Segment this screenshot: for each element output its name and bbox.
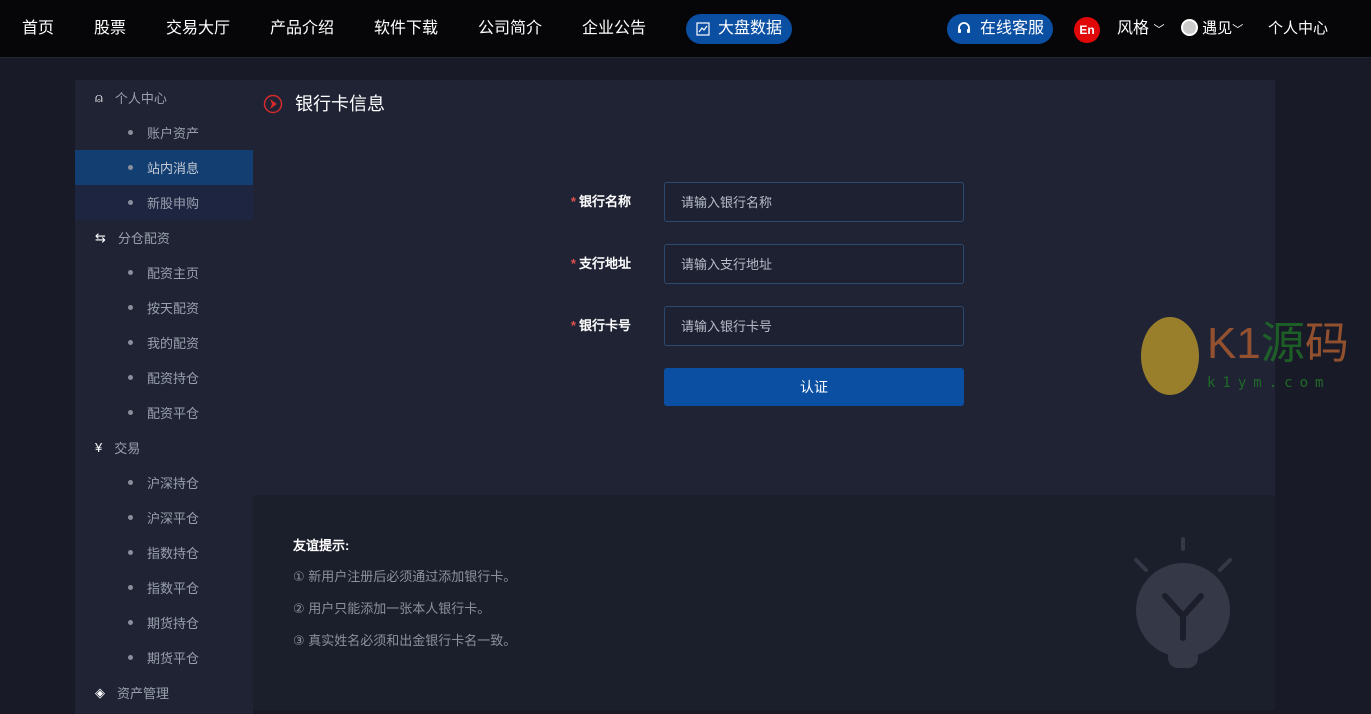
online-service-button[interactable]: 在线客服 xyxy=(947,14,1054,44)
item-label: 沪深持仓 xyxy=(147,476,200,491)
language-toggle[interactable]: En xyxy=(1074,17,1100,43)
chevron-down-icon: ﹀ xyxy=(1153,24,1165,36)
nav-company[interactable]: 公司简介 xyxy=(478,18,542,40)
nav-personal-center[interactable]: 个人中心 xyxy=(1268,18,1328,40)
bank-card-panel: 银行卡信息 *银行名称 *支行地址 *银行卡号 认证 K1源码 k1ym.com xyxy=(253,80,1349,495)
item-label: 配资主页 xyxy=(147,266,200,281)
branch-address-input[interactable] xyxy=(664,244,964,284)
item-label: 我的配资 xyxy=(147,336,200,351)
user-icon: ⍝ xyxy=(95,89,103,105)
user-name: 遇见 xyxy=(1202,20,1233,37)
item-label: 账户资产 xyxy=(147,126,200,141)
tip-item: ③ 真实姓名必须和出金银行卡名一致。 xyxy=(293,633,517,648)
sidebar-item[interactable]: 期货持仓 xyxy=(75,605,253,640)
chevron-down-icon: ﹀ xyxy=(1232,24,1244,36)
item-label: 配资持仓 xyxy=(147,371,200,386)
layers-icon: ◈ xyxy=(95,684,105,700)
branch-address-label: * 支行地址 xyxy=(570,256,631,271)
item-label: 新股申购 xyxy=(147,196,200,211)
bank-name-input[interactable] xyxy=(664,182,964,222)
nav-stocks[interactable]: 股票 xyxy=(94,18,126,40)
item-label: 指数平仓 xyxy=(147,581,200,596)
watermark-logo: K1源码 k1ym.com xyxy=(1141,317,1349,397)
item-label: 配资平仓 xyxy=(147,406,200,421)
sidebar-group-allocation[interactable]: ⇆ 分仓配资 xyxy=(75,220,253,255)
tip-item: ② 用户只能添加一张本人银行卡。 xyxy=(293,601,491,616)
nav-download[interactable]: 软件下载 xyxy=(374,18,438,40)
sidebar-group-trade[interactable]: ¥ 交易 xyxy=(75,430,253,465)
item-label: 沪深平仓 xyxy=(147,511,200,526)
tips-panel: 友谊提示: ① 新用户注册后必须通过添加银行卡。 ② 用户只能添加一张本人银行卡… xyxy=(253,495,1275,710)
item-label: 站内消息 xyxy=(147,161,200,176)
style-dropdown[interactable]: 风格 ﹀ xyxy=(1117,18,1164,41)
nav-announcements[interactable]: 企业公告 xyxy=(582,18,646,40)
yen-icon: ¥ xyxy=(95,440,103,455)
item-label: 期货持仓 xyxy=(147,616,200,631)
tip-item: ① 新用户注册后必须通过添加银行卡。 xyxy=(293,569,517,584)
sidebar-group-personal[interactable]: ⍝ 个人中心 xyxy=(75,80,253,115)
group-label: 分仓配资 xyxy=(117,231,170,246)
lightbulb-icon xyxy=(1134,537,1232,668)
headset-icon xyxy=(958,22,970,33)
sidebar-item[interactable]: 沪深持仓 xyxy=(75,465,253,500)
group-label: 交易 xyxy=(114,441,141,456)
sidebar-item[interactable]: 期货平仓 xyxy=(75,640,253,675)
tips-title: 友谊提示: xyxy=(293,538,350,553)
verify-button[interactable]: 认证 xyxy=(664,368,964,406)
top-navigation: 首页 股票 交易大厅 产品介绍 软件下载 公司简介 企业公告 大盘数据 在线客服… xyxy=(0,0,1371,58)
sidebar-item-messages[interactable]: 站内消息 xyxy=(75,150,253,185)
sidebar-item[interactable]: 按天配资 xyxy=(75,290,253,325)
group-label: 个人中心 xyxy=(114,91,167,106)
nav-home[interactable]: 首页 xyxy=(22,18,54,40)
sidebar-item[interactable]: 我的配资 xyxy=(75,325,253,360)
big-data-label: 大盘数据 xyxy=(718,20,783,37)
online-service-label: 在线客服 xyxy=(980,20,1045,37)
nav-products[interactable]: 产品介绍 xyxy=(270,18,334,40)
sidebar-item[interactable]: 沪深平仓 xyxy=(75,500,253,535)
user-dropdown[interactable]: 遇见﹀ xyxy=(1181,18,1243,41)
sidebar: ⍝ 个人中心 账户资产 站内消息 新股申购 ⇆ 分仓配资 配资主页 按天配资 我的配… xyxy=(75,80,253,714)
card-number-label: * 银行卡号 xyxy=(570,318,631,333)
sidebar-item-ipo[interactable]: 新股申购 xyxy=(75,185,253,220)
item-label: 期货平仓 xyxy=(147,651,200,666)
style-label: 风格 xyxy=(1117,20,1150,37)
item-label: 按天配资 xyxy=(147,301,200,316)
arrow-circle-icon xyxy=(263,94,283,114)
page-title: 银行卡信息 xyxy=(295,94,385,114)
nav-trading-hall[interactable]: 交易大厅 xyxy=(166,18,230,40)
sidebar-item[interactable]: 指数持仓 xyxy=(75,535,253,570)
avatar-icon xyxy=(1181,19,1198,36)
sidebar-group-assets[interactable]: ◈ 资产管理 xyxy=(75,675,253,710)
item-label: 指数持仓 xyxy=(147,546,200,561)
sidebar-item[interactable]: 配资主页 xyxy=(75,255,253,290)
sidebar-item[interactable]: 配资平仓 xyxy=(75,395,253,430)
chart-icon xyxy=(696,22,710,36)
sidebar-item[interactable]: 指数平仓 xyxy=(75,570,253,605)
card-number-input[interactable] xyxy=(664,306,964,346)
sidebar-item[interactable]: 配资持仓 xyxy=(75,360,253,395)
group-label: 资产管理 xyxy=(117,686,170,701)
bank-name-label: * 银行名称 xyxy=(570,194,631,209)
big-data-button[interactable]: 大盘数据 xyxy=(686,14,793,44)
exchange-icon: ⇆ xyxy=(95,229,106,245)
sidebar-item-account-assets[interactable]: 账户资产 xyxy=(75,115,253,150)
